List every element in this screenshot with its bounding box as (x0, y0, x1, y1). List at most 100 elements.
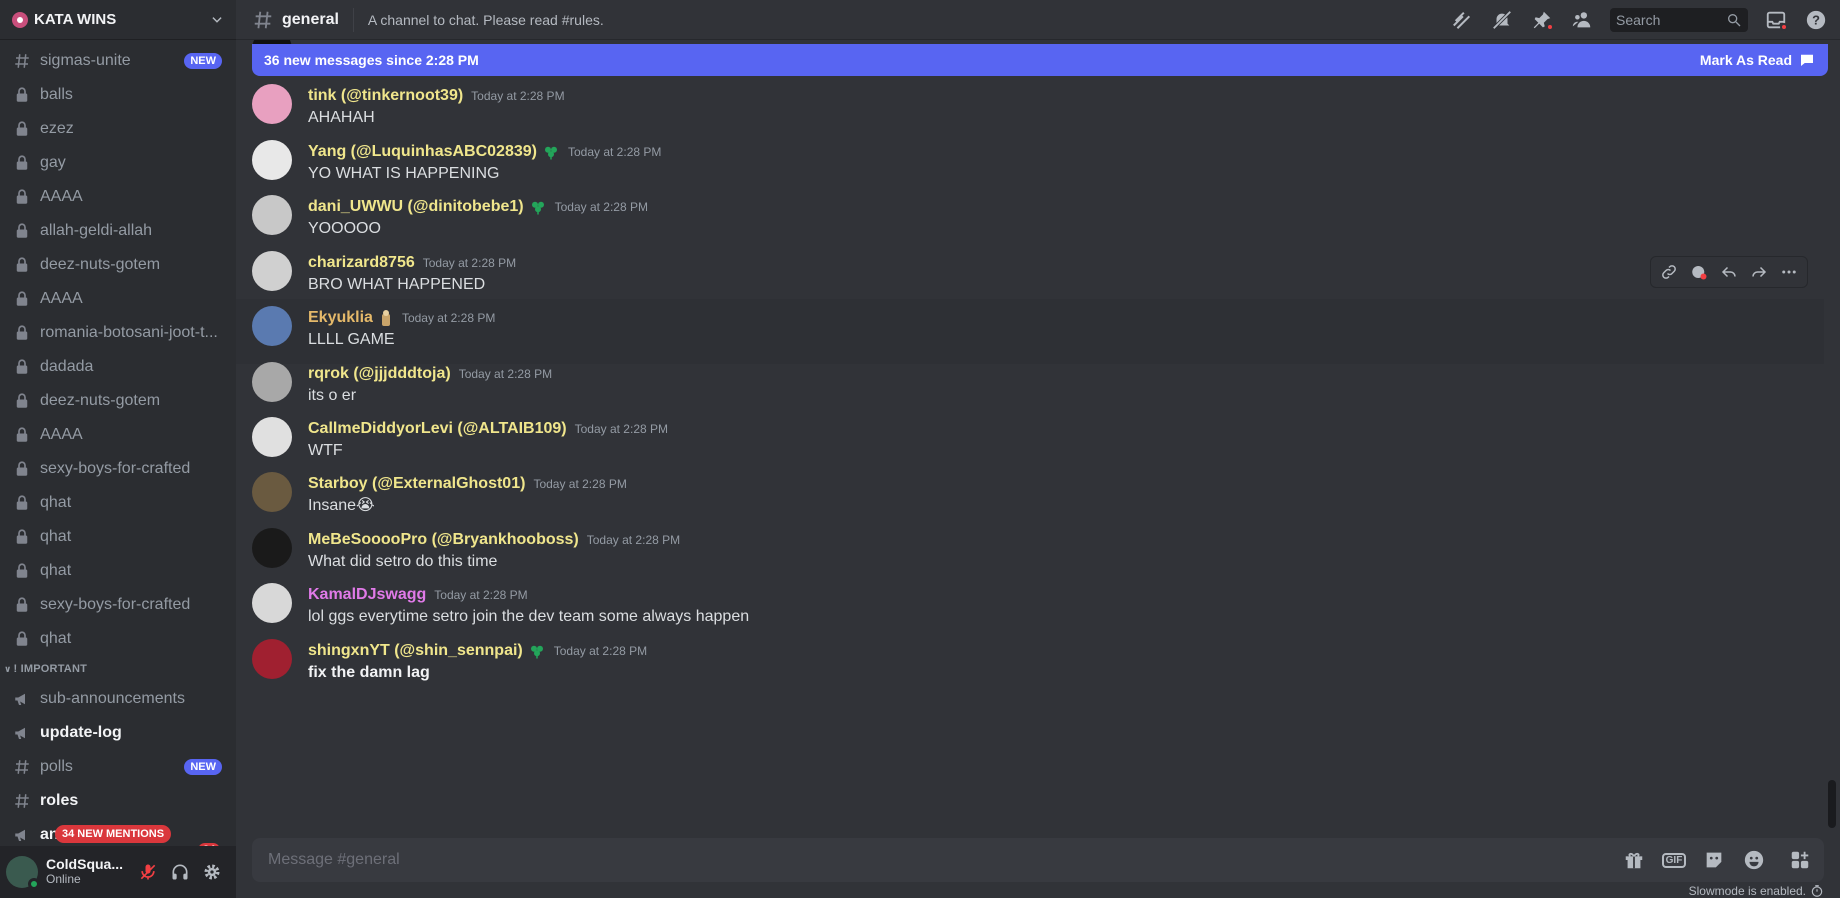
avatar[interactable] (252, 84, 292, 124)
sidebar-channel-item[interactable]: qhat (0, 554, 230, 588)
avatar[interactable] (252, 362, 292, 402)
sidebar-channel-item[interactable]: deez-nuts-gotem (0, 248, 230, 282)
notification-settings-button[interactable] (1490, 8, 1514, 32)
sidebar-channel-item[interactable]: qhat (0, 520, 230, 554)
threads-button[interactable] (1450, 8, 1474, 32)
sidebar-channel-item[interactable]: polls NEW (0, 750, 230, 784)
avatar[interactable] (252, 528, 292, 568)
message-text: What did setro do this time (308, 553, 498, 570)
more-button[interactable] (1775, 258, 1803, 286)
sidebar-channel-item[interactable]: qhat (0, 486, 230, 520)
message-author[interactable]: KamalDJswagg (308, 586, 426, 604)
message-author[interactable]: MeBeSooooPro (@Bryankhooboss) (308, 531, 579, 549)
sidebar-channel-item[interactable]: sub-announcements (0, 682, 230, 716)
sidebar-channel-item[interactable]: gay (0, 146, 230, 180)
message-author[interactable]: charizard8756 (308, 254, 415, 272)
deafen-button[interactable] (164, 856, 196, 888)
sidebar-channel-item[interactable]: sexy-boys-for-crafted (0, 452, 230, 486)
sidebar-channel-item[interactable]: balls (0, 78, 230, 112)
forward-button[interactable] (1745, 258, 1773, 286)
message-author[interactable]: Ekyuklia (308, 309, 373, 327)
inbox-unread-dot (1780, 22, 1788, 31)
sidebar-channel-item[interactable]: roles (0, 784, 230, 818)
sidebar-channel-item[interactable]: dadada (0, 350, 230, 384)
sidebar-channel-item[interactable]: qhat (0, 622, 230, 656)
avatar[interactable] (6, 856, 40, 890)
sticker-button[interactable] (1698, 844, 1730, 876)
clan-tag-icon[interactable] (529, 198, 547, 216)
channel-label: qhat (40, 494, 72, 511)
clan-tag-icon[interactable] (528, 642, 546, 660)
new-messages-bar[interactable]: 36 new messages since 2:28 PM Mark As Re… (252, 44, 1828, 76)
announcement-icon (12, 723, 32, 743)
sidebar-channel-item[interactable]: allah-geldi-allah (0, 214, 230, 248)
user-status: Online (46, 872, 81, 886)
avatar[interactable] (252, 417, 292, 457)
sidebar-channel-item[interactable]: deez-nuts-gotem (0, 384, 230, 418)
gift-button[interactable] (1618, 844, 1650, 876)
emoji-button[interactable] (1738, 844, 1770, 876)
channel-label: qhat (40, 630, 72, 647)
mute-button[interactable] (132, 856, 164, 888)
reply-button[interactable] (1715, 258, 1743, 286)
message-text: fix the damn lag (308, 664, 430, 681)
channel-topic[interactable]: A channel to chat. Please read #rules. (368, 12, 1434, 28)
avatar[interactable] (252, 472, 292, 512)
avatar[interactable] (252, 140, 292, 180)
lock-icon (12, 561, 32, 581)
search-input[interactable]: Search (1610, 7, 1748, 32)
lock-icon (12, 85, 32, 105)
message-timestamp: Today at 2:28 PM (434, 588, 528, 602)
scrollbar[interactable] (1828, 780, 1836, 828)
clan-tag-icon[interactable] (542, 143, 560, 161)
avatar[interactable] (252, 306, 292, 346)
lock-icon (12, 187, 32, 207)
category-label: ! IMPORTANT (13, 663, 88, 675)
message-timestamp: Today at 2:28 PM (471, 89, 565, 103)
sidebar-channel-item[interactable]: sexy-boys-for-crafted (0, 588, 230, 622)
lock-icon (12, 527, 32, 547)
avatar[interactable] (252, 251, 292, 291)
message-author[interactable]: Starboy (@ExternalGhost01) (308, 475, 525, 493)
message-input[interactable]: Message #general (268, 851, 1610, 869)
member-list-button[interactable] (1570, 8, 1594, 32)
chevron-down-icon[interactable] (210, 13, 224, 27)
message-author[interactable]: tink (@tinkernoot39) (308, 87, 463, 105)
message-author[interactable]: rqrok (@jjjdddtoja) (308, 365, 451, 383)
sidebar-channel-item[interactable]: romania-botosani-joot-t... (0, 316, 230, 350)
message-item[interactable]: shingxnYT (@shin_sennpai) Today at 2:28 P… (236, 637, 1824, 702)
message-author[interactable]: CallmeDiddyorLevi (@ALTAIB109) (308, 420, 567, 438)
sidebar-channel-item[interactable]: AAAA (0, 282, 230, 316)
message-author[interactable]: shingxnYT (@shin_sennpai) (308, 642, 523, 660)
guild-header[interactable]: KATA WINS (0, 0, 236, 40)
inbox-button[interactable] (1764, 8, 1788, 32)
message-author[interactable]: Yang (@LuquinhasABC02839) (308, 143, 537, 161)
bell-muted-icon (1492, 9, 1512, 30)
add-reaction-button[interactable] (1685, 258, 1713, 286)
category-header[interactable]: ∨! IMPORTANT (0, 656, 236, 682)
guild-icon (12, 11, 28, 28)
message-composer[interactable]: Message #general GIF (252, 838, 1824, 882)
sidebar-channel-item[interactable]: ezez (0, 112, 230, 146)
sidebar-channel-item[interactable]: sigmas-unite NEW (0, 44, 230, 78)
online-status-icon (28, 878, 40, 890)
sidebar-channel-item[interactable]: AAAA (0, 180, 230, 214)
sidebar-channel-item[interactable]: AAAA (0, 418, 230, 452)
settings-button[interactable] (196, 856, 228, 888)
pinned-messages-button[interactable] (1530, 8, 1554, 32)
new-mentions-pill[interactable]: 34 NEW MENTIONS (55, 825, 172, 843)
copy-link-button[interactable] (1655, 258, 1683, 286)
avatar[interactable] (252, 639, 292, 679)
avatar[interactable] (252, 195, 292, 235)
sidebar-channel-item[interactable]: update-log (0, 716, 230, 750)
emoji-icon (1744, 850, 1764, 870)
gif-icon: GIF (1661, 852, 1687, 868)
search-icon (1728, 13, 1741, 26)
message-author[interactable]: dani_UWWU (@dinitobebe1) (308, 198, 524, 216)
username[interactable]: ColdSqua... (46, 857, 132, 872)
avatar[interactable] (252, 583, 292, 623)
mark-as-read-button[interactable]: Mark As Read (1700, 51, 1816, 69)
help-button[interactable]: ? (1804, 8, 1828, 32)
apps-button[interactable] (1784, 844, 1816, 876)
gif-button[interactable]: GIF (1658, 844, 1690, 876)
